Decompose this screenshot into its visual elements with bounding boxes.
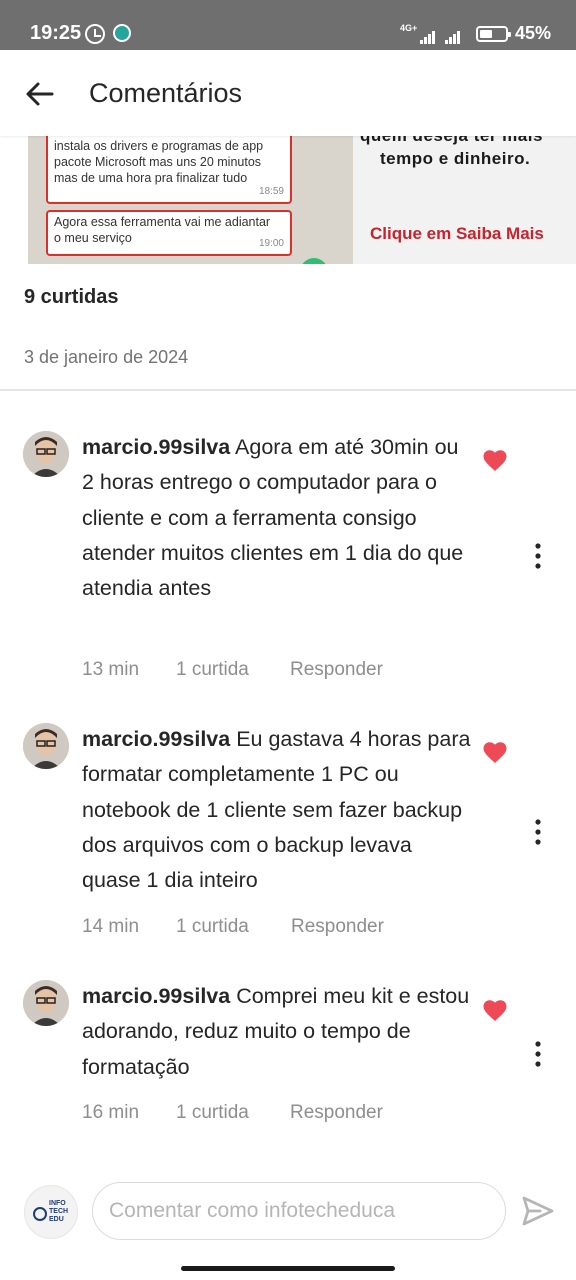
comment-text: marcio.99silva Agora em até 30min ou 2 h… (82, 430, 472, 606)
divider (0, 389, 576, 391)
network-type: 4G+ (400, 23, 418, 33)
more-vertical-icon[interactable] (528, 542, 548, 570)
reply-button[interactable]: Responder (290, 1102, 383, 1124)
app-header: Comentários (0, 50, 576, 136)
comment-username[interactable]: marcio.99silva (82, 727, 230, 751)
battery-icon (476, 26, 511, 42)
comment-body: Agora em até 30min ou 2 horas entrego o … (82, 435, 464, 601)
comment-time: 14 min (82, 916, 140, 937)
comment-username[interactable]: marcio.99silva (82, 435, 230, 459)
ad-text-partial: quem deseja ter mais (360, 136, 543, 146)
comment-body: Eu gastava 4 horas para formatar complet… (82, 727, 471, 893)
chat-line: pacote Microsoft mas uns 20 minutos (54, 155, 262, 169)
avatar[interactable]: INFO TECH EDU (24, 1185, 78, 1239)
post-date: 3 de janeiro de 2024 (24, 347, 189, 367)
post-likes[interactable]: 9 curtidas (24, 286, 118, 309)
comment-text: marcio.99silva Comprei meu kit e estou a… (82, 979, 472, 1085)
signal-icon (420, 26, 436, 44)
arrow-left-icon[interactable] (22, 76, 58, 112)
comment-text: marcio.99silva Eu gastava 4 horas para f… (82, 722, 472, 898)
infotech-logo-icon (33, 1207, 47, 1221)
status-time: 19:25 (30, 22, 82, 44)
chat-time: 19:00 (258, 238, 284, 249)
heart-icon[interactable] (483, 742, 507, 766)
comment-time: 16 min (82, 1102, 140, 1123)
whatsapp-icon (300, 258, 328, 264)
chat-time: 18:59 (258, 186, 284, 197)
chat-screenshot: instala os drivers e programas de app pa… (28, 136, 353, 264)
send-icon[interactable] (522, 1196, 554, 1226)
comment-like-count[interactable]: 1 curtida (176, 659, 249, 681)
comment-username[interactable]: marcio.99silva (82, 984, 230, 1008)
comment-like-count[interactable]: 1 curtida (176, 1102, 249, 1124)
page-title: Comentários (89, 78, 243, 108)
comment-time: 13 min (82, 659, 140, 680)
more-vertical-icon[interactable] (528, 1040, 548, 1068)
alarm-icon (85, 24, 105, 44)
signal-icon (445, 26, 461, 44)
chat-bubble: instala os drivers e programas de app pa… (46, 136, 292, 204)
comment-like-count[interactable]: 1 curtida (176, 916, 249, 938)
avatar[interactable] (23, 980, 69, 1026)
ad-cta: Clique em Saiba Mais (370, 224, 544, 243)
avatar[interactable] (23, 723, 69, 769)
chat-line: mas de uma hora pra finalizar tudo (54, 171, 248, 185)
heart-icon[interactable] (483, 1000, 507, 1024)
status-bar: 19:25 4G+ 45% (0, 0, 576, 50)
reply-button[interactable]: Responder (291, 916, 384, 938)
avatar-logo-text: INFO TECH EDU (49, 1200, 69, 1223)
shield-check-icon (113, 24, 131, 42)
chat-line: o meu serviço (54, 231, 132, 245)
battery-percent: 45% (515, 23, 552, 43)
ad-text: tempo e dinheiro. (380, 149, 531, 168)
home-indicator[interactable] (181, 1266, 395, 1271)
avatar[interactable] (23, 431, 69, 477)
reply-button[interactable]: Responder (290, 659, 383, 681)
heart-icon[interactable] (483, 450, 507, 474)
chat-line: Agora essa ferramenta vai me adiantar (54, 215, 271, 229)
comment-input[interactable] (92, 1182, 506, 1240)
post-image[interactable]: instala os drivers e programas de app pa… (28, 136, 576, 264)
chat-bubble: Agora essa ferramenta vai me adiantar o … (46, 210, 292, 256)
chat-line: instala os drivers e programas de app (54, 139, 264, 153)
more-vertical-icon[interactable] (528, 818, 548, 846)
